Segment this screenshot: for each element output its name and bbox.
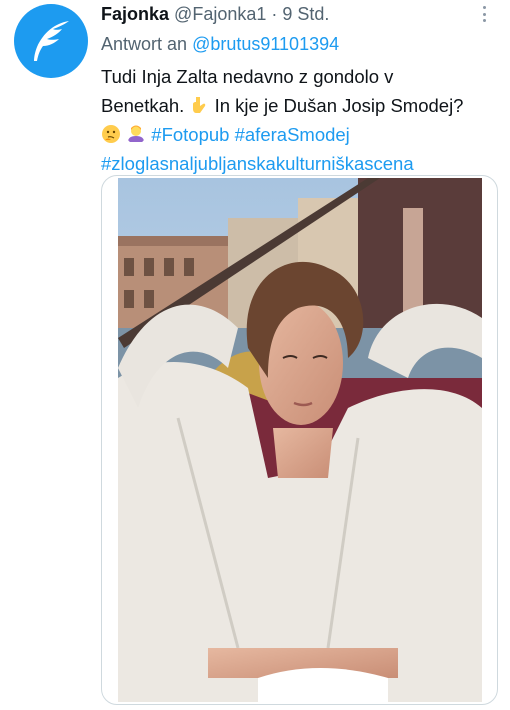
avatar[interactable] bbox=[14, 4, 88, 78]
thinking-face-emoji bbox=[102, 125, 120, 143]
more-vertical-icon[interactable] bbox=[474, 4, 494, 24]
hashtag-kulturniska-scena[interactable]: #zloglasnaljubljanskakulturniškascena bbox=[101, 153, 414, 174]
tweet-text-question: In kje je Dušan Josip Smodej? bbox=[214, 95, 464, 116]
photo-image bbox=[118, 178, 482, 702]
tweet-text-line-2: Benetkah. In kje je Dušan Josip Smodej? bbox=[101, 91, 501, 120]
hashtag-fotopub[interactable]: #Fotopub bbox=[151, 124, 229, 145]
woman-shrugging-emoji bbox=[128, 125, 145, 142]
author-handle[interactable]: @Fajonka1 bbox=[174, 4, 266, 24]
tweet-text-line-3: #Fotopub #aferaSmodej bbox=[101, 120, 501, 149]
tweet-text: Tudi Inja Zalta nedavno z gondolo v Bene… bbox=[101, 62, 501, 178]
hashtag-aferasmodej[interactable]: #aferaSmodej bbox=[235, 124, 350, 145]
tweet-text-benetkah: Benetkah. bbox=[101, 95, 185, 116]
tweet-photo[interactable] bbox=[118, 178, 482, 702]
separator-dot: · bbox=[271, 4, 278, 24]
pointing-down-emoji bbox=[193, 97, 206, 113]
tweet[interactable]: Fajonka @Fajonka1 · 9 Std. Antwort an @b… bbox=[0, 0, 510, 710]
feather-icon bbox=[34, 21, 69, 61]
media-container[interactable] bbox=[101, 175, 498, 705]
author-name[interactable]: Fajonka bbox=[101, 4, 169, 24]
reply-context: Antwort an @brutus91101394 bbox=[101, 33, 339, 55]
reply-prefix: Antwort an bbox=[101, 34, 188, 54]
tweet-header: Fajonka @Fajonka1 · 9 Std. bbox=[101, 3, 480, 27]
tweet-text-line-4: #zloglasnaljubljanskakulturniškascena bbox=[101, 149, 501, 178]
tweet-text-line-1: Tudi Inja Zalta nedavno z gondolo v bbox=[101, 66, 394, 87]
timestamp[interactable]: 9 Std. bbox=[282, 4, 329, 24]
reply-mention-link[interactable]: @brutus91101394 bbox=[192, 34, 339, 54]
